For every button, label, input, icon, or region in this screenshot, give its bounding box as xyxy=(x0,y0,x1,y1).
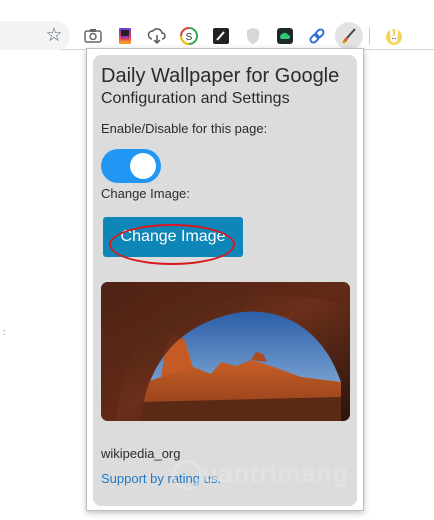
bunny-icon[interactable] xyxy=(384,26,404,46)
extension-popup: Daily Wallpaper for Google Configuration… xyxy=(86,48,364,511)
gradient-extension-icon[interactable] xyxy=(115,26,135,46)
star-icon[interactable]: ☆ xyxy=(44,26,64,46)
page-background xyxy=(0,50,90,520)
svg-text:S: S xyxy=(186,32,193,43)
popup-title: Daily Wallpaper for Google xyxy=(101,65,340,87)
browser-toolbar: ☆ S xyxy=(0,0,434,51)
brush-icon[interactable] xyxy=(339,26,359,46)
watermark-text: uantrimang xyxy=(202,458,349,488)
toggle-knob xyxy=(130,153,156,179)
popup-panel: Daily Wallpaper for Google Configuration… xyxy=(93,55,357,506)
shield-icon[interactable] xyxy=(243,26,263,46)
pen-square-icon[interactable] xyxy=(211,26,231,46)
watermark: uantrimang xyxy=(172,458,349,498)
circle-s-icon[interactable]: S xyxy=(179,26,199,46)
page-edge-mark: : xyxy=(3,327,6,337)
highlight-ring xyxy=(109,224,235,265)
change-image-button[interactable]: Change Image xyxy=(103,217,243,265)
camera-icon[interactable] xyxy=(83,26,103,46)
enable-label: Enable/Disable for this page: xyxy=(101,121,268,136)
image-source: wikipedia_org xyxy=(101,446,181,461)
wallpaper-preview xyxy=(101,282,350,421)
cloud-download-icon[interactable] xyxy=(147,26,167,46)
enable-toggle[interactable] xyxy=(101,149,161,183)
watermark-logo-icon xyxy=(172,460,202,491)
popup-subtitle: Configuration and Settings xyxy=(101,90,290,107)
change-image-label: Change Image: xyxy=(101,186,190,201)
link-icon[interactable] xyxy=(307,26,327,46)
toolbar-separator xyxy=(369,27,370,45)
green-cloud-icon[interactable] xyxy=(275,26,295,46)
